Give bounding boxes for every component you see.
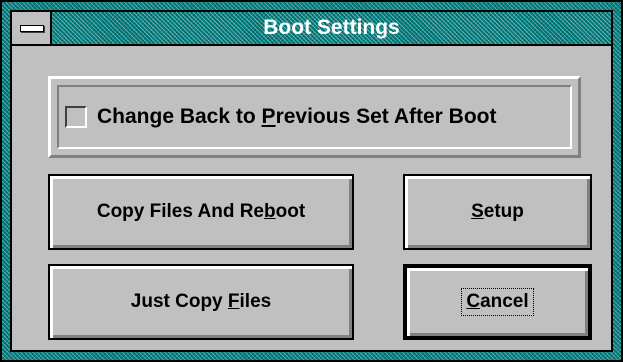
just-copy-files-label: Just Copy Files bbox=[130, 291, 272, 312]
change-back-checkbox-row[interactable]: Change Back to Previous Set After Boot bbox=[65, 105, 496, 129]
window-title: Boot Settings bbox=[263, 16, 400, 39]
system-menu-button[interactable] bbox=[12, 12, 52, 44]
just-copy-files-button[interactable]: Just Copy Files bbox=[48, 264, 354, 340]
change-back-label: Change Back to Previous Set After Boot bbox=[97, 105, 497, 128]
copy-files-and-reboot-label: Copy Files And Reboot bbox=[96, 201, 306, 222]
option-group: Change Back to Previous Set After Boot bbox=[48, 76, 581, 158]
change-back-checkbox[interactable] bbox=[65, 106, 87, 128]
system-menu-icon bbox=[20, 25, 44, 32]
cancel-button[interactable]: Cancel bbox=[403, 264, 592, 340]
copy-files-and-reboot-button[interactable]: Copy Files And Reboot bbox=[48, 174, 354, 250]
setup-label: Setup bbox=[471, 201, 524, 222]
cancel-label: Cancel bbox=[461, 288, 534, 316]
boot-settings-dialog: Boot Settings Change Back to Previous Se… bbox=[0, 0, 623, 362]
title-bar[interactable]: Boot Settings bbox=[10, 10, 613, 46]
dialog-client-area: Change Back to Previous Set After Boot C… bbox=[10, 46, 613, 352]
setup-button[interactable]: Setup bbox=[403, 174, 592, 250]
